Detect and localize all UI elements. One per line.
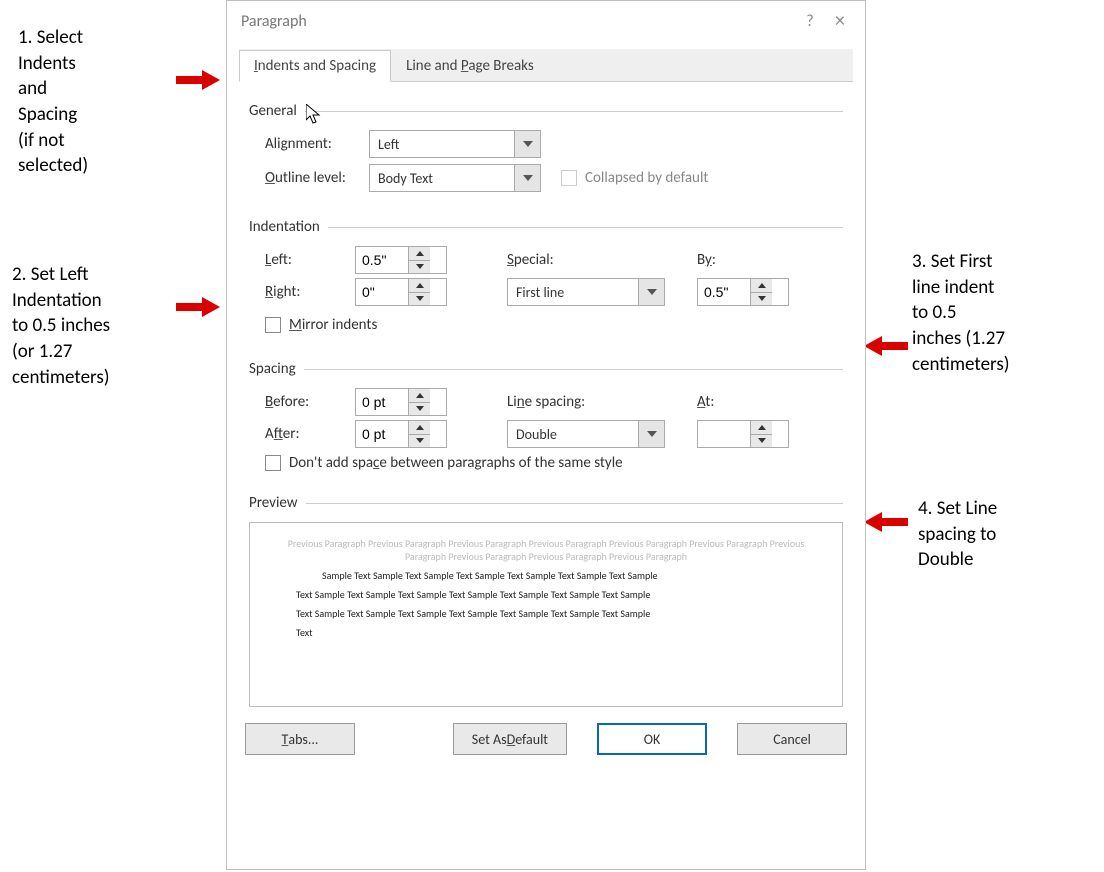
line-spacing-value: Double [508, 426, 638, 443]
tab-label: Line and Page Breaks [406, 57, 534, 75]
at-label: At: [697, 393, 789, 411]
chevron-down-icon [514, 131, 540, 157]
after-label: After: [265, 425, 355, 443]
close-icon[interactable]: × [825, 9, 855, 33]
outline-value: Body Text [370, 170, 514, 187]
tab-label: Indents and Spacing [254, 57, 376, 75]
right-indent-label: Right: [265, 283, 355, 301]
line-spacing-combo[interactable]: Double [507, 420, 665, 448]
titlebar: Paragraph ? × [227, 1, 865, 41]
line-spacing-label: Line spacing: [507, 393, 667, 411]
alignment-value: Left [370, 136, 514, 153]
preview-sample: Text [268, 626, 824, 639]
preview-prev-text: Previous Paragraph Previous Paragraph Pr… [268, 537, 824, 563]
annotation-1: 1. Select Indents and Spacing (if not se… [18, 25, 88, 179]
mirror-label: Mirror indents [289, 316, 377, 334]
preview-sample: Sample Text Sample Text Sample Text Samp… [268, 569, 824, 582]
cancel-button[interactable]: Cancel [737, 723, 847, 755]
special-label: Special: [507, 251, 667, 269]
spinner-buttons-icon[interactable] [408, 389, 430, 415]
by-label: By: [697, 251, 789, 269]
right-indent-spinner[interactable] [355, 278, 447, 306]
chevron-down-icon [514, 165, 540, 191]
chevron-down-icon [638, 421, 664, 447]
dialog-title: Paragraph [241, 12, 795, 31]
annotation-3: 3. Set First line indent to 0.5 inches (… [912, 249, 1010, 377]
tab-indents-spacing[interactable]: Indents and Spacing [239, 50, 391, 82]
spinner-buttons-icon[interactable] [750, 421, 772, 447]
before-spinner[interactable] [355, 388, 447, 416]
set-default-button[interactable]: Set As Default [453, 723, 567, 755]
collapsed-label: Collapsed by default [585, 169, 708, 187]
right-indent-input[interactable] [356, 279, 408, 305]
section-spacing: Spacing [249, 360, 843, 378]
tabs-button[interactable]: Tabs... [245, 723, 355, 755]
arrow-3-icon [864, 336, 908, 356]
left-indent-label: Left: [265, 251, 355, 269]
section-indentation: Indentation [249, 218, 843, 236]
collapsed-checkbox [561, 170, 577, 186]
outline-combo[interactable]: Body Text [369, 164, 541, 192]
at-spinner[interactable] [697, 420, 789, 448]
before-label: Before: [265, 393, 355, 411]
alignment-label: Alignment: [265, 135, 369, 153]
alignment-combo[interactable]: Left [369, 130, 541, 158]
section-label: Spacing [249, 360, 296, 378]
left-indent-input[interactable] [356, 247, 408, 273]
spinner-buttons-icon[interactable] [408, 247, 430, 273]
spinner-buttons-icon[interactable] [408, 421, 430, 447]
at-input[interactable] [698, 421, 750, 447]
help-icon[interactable]: ? [795, 12, 825, 31]
arrow-2-icon [176, 297, 220, 317]
preview-sample: Text Sample Text Sample Text Sample Text… [268, 588, 824, 601]
outline-label: Outline level: [265, 169, 369, 187]
arrow-4-icon [864, 512, 908, 532]
left-indent-spinner[interactable] [355, 246, 447, 274]
by-spinner[interactable] [697, 278, 789, 306]
dont-add-checkbox[interactable] [265, 455, 281, 471]
section-label: Indentation [249, 218, 320, 236]
tab-line-page-breaks[interactable]: Line and Page Breaks [391, 50, 549, 82]
chevron-down-icon [638, 279, 664, 305]
dont-add-label: Don't add space between paragraphs of th… [289, 454, 623, 472]
mirror-checkbox[interactable] [265, 317, 281, 333]
annotation-2: 2. Set Left Indentation to 0.5 inches (o… [12, 262, 110, 390]
paragraph-dialog: Paragraph ? × Indents and Spacing Line a… [226, 0, 866, 870]
section-general: General [249, 102, 843, 120]
section-label: General [249, 102, 297, 120]
preview-box: Previous Paragraph Previous Paragraph Pr… [249, 522, 843, 707]
before-input[interactable] [356, 389, 408, 415]
tabs: Indents and Spacing Line and Page Breaks [239, 49, 853, 82]
section-preview: Preview [249, 494, 843, 512]
spinner-buttons-icon[interactable] [750, 279, 772, 305]
by-input[interactable] [698, 279, 750, 305]
arrow-1-icon [176, 70, 220, 90]
after-spinner[interactable] [355, 420, 447, 448]
special-value: First line [508, 284, 638, 301]
spinner-buttons-icon[interactable] [408, 279, 430, 305]
ok-button[interactable]: OK [597, 723, 707, 755]
special-combo[interactable]: First line [507, 278, 665, 306]
button-row: Tabs... Set As Default OK Cancel [227, 711, 865, 771]
annotation-4: 4. Set Line spacing to Double [918, 496, 997, 573]
after-input[interactable] [356, 421, 408, 447]
preview-sample: Text Sample Text Sample Text Sample Text… [268, 607, 824, 620]
section-label: Preview [249, 494, 298, 512]
